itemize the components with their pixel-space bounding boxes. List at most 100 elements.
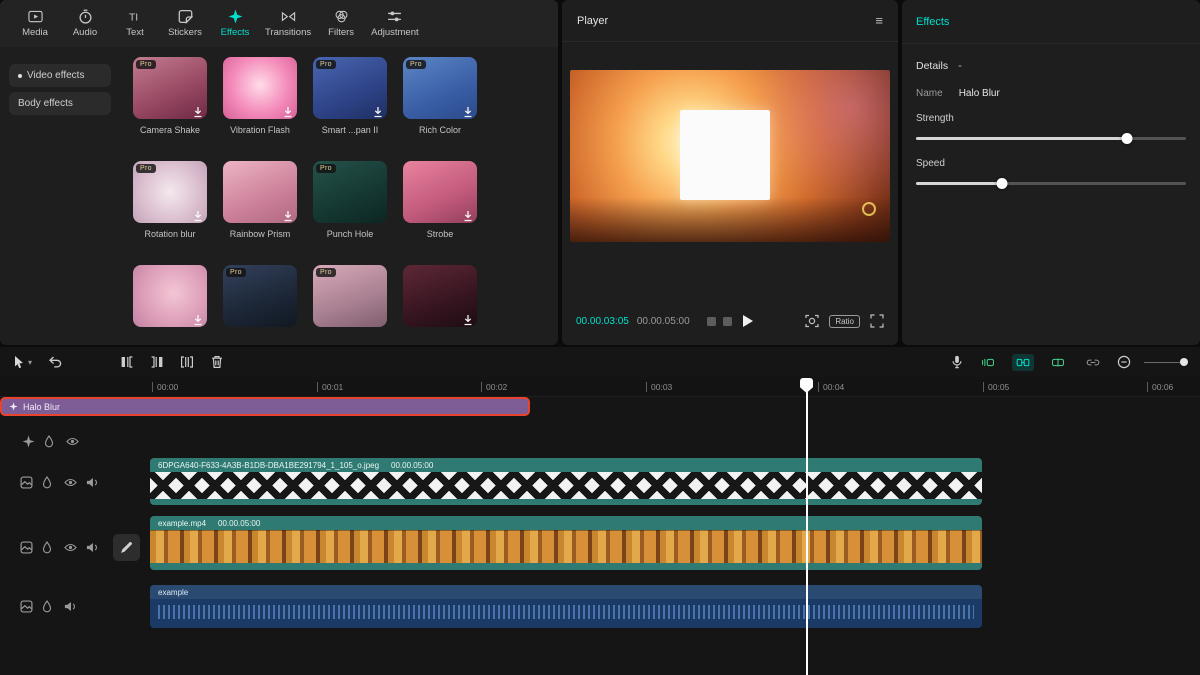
next-frame-button[interactable] [723,317,732,326]
opacity-droplet-icon[interactable] [42,600,55,613]
speed-slider[interactable] [916,177,1186,189]
effect-card-rotation-blur[interactable]: Pro Rotation blur [128,161,212,265]
prev-frame-button[interactable] [707,317,716,326]
strength-slider[interactable] [916,132,1186,144]
audio-icon [78,9,93,24]
timeline-ruler[interactable]: 00:00 00:01 00:02 00:03 00:04 00:05 00:0… [0,377,1200,397]
ruler-tick: 00:04 [818,382,844,392]
sidebar-item-video-effects[interactable]: Video effects [9,64,111,87]
pro-badge: Pro [406,60,426,69]
tab-audio[interactable]: Audio [60,5,110,42]
preview-white-square [680,110,770,200]
mute-speaker-icon[interactable] [86,541,99,554]
effect-thumbnail: Pro [133,57,207,119]
mute-speaker-icon[interactable] [86,476,99,489]
effect-card-row3-4[interactable] [398,265,482,345]
ratio-button[interactable]: Ratio [829,315,860,328]
fullscreen-icon[interactable] [870,314,884,328]
effect-card-row3-2[interactable]: Pro [218,265,302,345]
tab-text[interactable]: TI Text [110,5,160,42]
effect-card-row3-1[interactable] [128,265,212,345]
details-section-header: Details - [902,44,1200,72]
zoom-out-button[interactable] [1117,355,1131,369]
split-button[interactable] [180,355,194,369]
toggle-visibility-eye-icon[interactable] [66,435,79,448]
effect-name: Camera Shake [140,125,200,135]
slider-handle[interactable] [997,178,1008,189]
video-clip[interactable]: example.mp4 00.00.05:00 [150,516,982,570]
fit-focus-icon[interactable] [805,314,819,328]
media-library-panel: Media Audio TI Text Stickers Effects Tra… [0,0,558,345]
microphone-icon [950,355,964,369]
tab-filters[interactable]: Filters [316,5,366,42]
tab-adjustment[interactable]: Adjustment [366,5,424,42]
timeline-zoom-slider[interactable] [1144,357,1188,367]
split-left-button[interactable] [120,355,134,369]
sidebar-item-body-effects[interactable]: Body effects [9,92,111,115]
pro-badge: Pro [136,164,156,173]
effect-name: Strobe [427,229,454,239]
effect-card-punch-hole[interactable]: Pro Punch Hole [308,161,392,265]
svg-text:TI: TI [128,12,137,23]
effect-card-camera-shake[interactable]: Pro Camera Shake [128,57,212,161]
undo-button[interactable] [48,355,62,369]
library-body: Video effects Body effects Pro Camera Sh… [0,47,558,345]
effect-card-strobe[interactable]: Strobe [398,161,482,265]
split-right-button[interactable] [150,355,164,369]
magnet-toggle[interactable] [977,354,999,371]
toggle-visibility-eye-icon[interactable] [64,541,77,554]
select-tool-button[interactable]: ▾ [12,355,32,369]
effect-card-vibration-flash[interactable]: Vibration Flash [218,57,302,161]
mute-speaker-icon[interactable] [64,600,77,613]
undo-icon [48,355,62,369]
pro-badge: Pro [316,164,336,173]
link-toggle[interactable] [1082,354,1104,371]
opacity-droplet-icon[interactable] [42,541,55,554]
tab-transitions[interactable]: Transitions [260,5,316,42]
clip-frame-icon [20,476,33,489]
effect-card-rich-color[interactable]: Pro Rich Color [398,57,482,161]
tab-stickers[interactable]: Stickers [160,5,210,42]
pro-badge: Pro [136,60,156,69]
opacity-droplet-icon[interactable] [44,435,57,448]
filters-icon [334,9,349,24]
slider-handle[interactable] [1121,133,1132,144]
clip-filename: example.mp4 [158,519,206,528]
timeline-right-tools [950,354,1188,371]
tab-label: Filters [328,27,354,38]
auto-linking-toggle[interactable] [1012,354,1034,371]
opacity-droplet-icon[interactable] [42,476,55,489]
strength-label: Strength [916,113,1186,124]
record-voiceover-button[interactable] [950,355,964,369]
playhead-line[interactable] [806,378,808,675]
tab-media[interactable]: Media [10,5,60,42]
effect-thumbnail [403,161,477,223]
effects-grid: Pro Camera Shake Vibration Flash Pro [120,47,558,345]
toggle-visibility-eye-icon[interactable] [64,476,77,489]
player-menu-icon[interactable]: ≡ [875,13,883,28]
download-icon [463,105,473,116]
preview-axis-toggle[interactable] [1047,354,1069,371]
edit-clip-button[interactable] [113,534,140,561]
effect-card-row3-3[interactable]: Pro [308,265,392,345]
player-right-controls: Ratio [805,314,884,328]
details-section-label: Details [916,60,948,72]
play-button[interactable] [743,315,753,327]
clip-frame-icon [20,541,33,554]
effect-card-rainbow-prism[interactable]: Rainbow Prism [218,161,302,265]
image-clip[interactable]: 6DPGA640-F633-4A3B-B1DB-DBA1BE291794_1_1… [150,458,982,505]
collapse-icon[interactable]: - [958,60,962,72]
audio-track-controls [20,600,77,613]
effect-thumbnail: Pro [313,161,387,223]
effect-thumbnail: Pro [223,265,297,327]
tab-effects[interactable]: Effects [210,5,260,42]
audio-clip[interactable]: example [150,585,982,628]
effect-clip-halo-blur[interactable]: Halo Blur [0,397,530,416]
video-preview[interactable] [570,70,890,242]
download-icon [463,313,473,324]
adjustment-icon [387,9,402,24]
delete-button[interactable] [210,355,224,369]
zoom-slider-handle[interactable] [1180,358,1188,366]
effect-card-smart-pan[interactable]: Pro Smart ...pan II [308,57,392,161]
ruler-tick: 00:03 [646,382,672,392]
